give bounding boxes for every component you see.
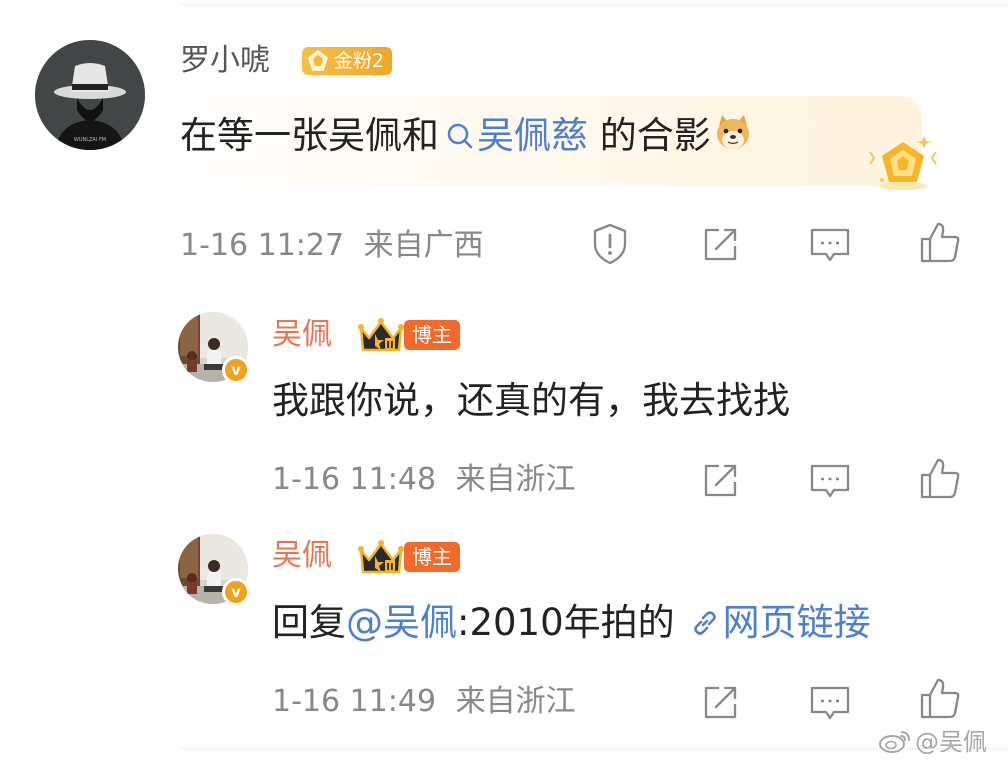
share-button[interactable] bbox=[698, 222, 742, 266]
verified-icon: v bbox=[222, 578, 250, 606]
web-link[interactable]: 网页链接 bbox=[689, 601, 871, 644]
like-icon bbox=[920, 678, 960, 719]
medal-icon bbox=[854, 130, 944, 200]
comment-button[interactable] bbox=[808, 222, 852, 266]
like-icon bbox=[920, 458, 960, 499]
top-divider bbox=[178, 4, 1008, 5]
like-icon bbox=[920, 222, 960, 263]
verified-icon: v bbox=[222, 356, 250, 384]
crown-icon: II bbox=[358, 318, 404, 352]
comment-text-before: 在等一张吴佩和 bbox=[180, 114, 439, 157]
svg-text:II: II bbox=[386, 340, 393, 351]
share-button[interactable] bbox=[698, 680, 742, 724]
comment-button[interactable] bbox=[808, 458, 852, 502]
report-icon bbox=[593, 223, 627, 265]
reply-meta: 1-16 11:48 来自浙江 bbox=[272, 462, 576, 498]
like-button[interactable] bbox=[918, 220, 962, 264]
comment-time: 1-16 11:27 bbox=[180, 228, 345, 263]
like-button[interactable] bbox=[918, 456, 962, 500]
like-button[interactable] bbox=[918, 676, 962, 720]
reply-time: 1-16 11:49 bbox=[272, 684, 437, 719]
fan-badge[interactable]: 金粉2 bbox=[302, 47, 393, 75]
reply-body: :2010年拍的 bbox=[457, 601, 675, 644]
reply-prefix: 回复 bbox=[272, 601, 346, 644]
report-button[interactable] bbox=[588, 222, 632, 266]
blogger-badge: 博主 bbox=[404, 320, 460, 350]
svg-text:II: II bbox=[386, 562, 393, 573]
web-link-label: 网页链接 bbox=[722, 601, 871, 644]
reply-text: 回复@吴佩:2010年拍的 网页链接 bbox=[272, 600, 871, 646]
blogger-badge: 博主 bbox=[404, 542, 460, 572]
search-icon bbox=[447, 123, 473, 149]
svg-text:WUNLZAI FM: WUNLZAI FM bbox=[74, 137, 106, 143]
comment-location: 来自广西 bbox=[363, 228, 484, 263]
user-name[interactable]: 吴佩 bbox=[272, 538, 332, 574]
comment-icon bbox=[810, 464, 850, 498]
comment-text: 在等一张吴佩和 吴佩慈 的合影 bbox=[180, 112, 753, 159]
mention-link[interactable]: @吴佩 bbox=[346, 601, 457, 644]
share-button[interactable] bbox=[698, 458, 742, 502]
reply-time: 1-16 11:48 bbox=[272, 462, 437, 497]
comment-button[interactable] bbox=[808, 680, 852, 724]
weibo-logo-icon bbox=[879, 731, 910, 753]
reply-location: 来自浙江 bbox=[455, 684, 576, 719]
comment-meta: 1-16 11:27 来自广西 bbox=[180, 228, 484, 264]
gem-icon bbox=[308, 50, 328, 71]
crown-icon: II bbox=[358, 540, 404, 574]
comment-icon bbox=[810, 228, 850, 262]
reply-meta: 1-16 11:49 来自浙江 bbox=[272, 684, 576, 720]
watermark: @吴佩 bbox=[878, 722, 987, 757]
share-icon bbox=[704, 228, 737, 261]
user-name[interactable]: 吴佩 bbox=[272, 317, 332, 353]
reply-text: 我跟你说，还真的有，我去找找 bbox=[272, 379, 790, 422]
share-icon bbox=[704, 464, 737, 497]
user-name[interactable]: 罗小唬 bbox=[180, 43, 270, 79]
comment-text-after: 的合影 bbox=[588, 114, 711, 157]
reply-location: 来自浙江 bbox=[455, 462, 576, 497]
search-link[interactable]: 吴佩慈 bbox=[439, 114, 588, 157]
share-icon bbox=[704, 686, 737, 719]
watermark-text: @吴佩 bbox=[915, 728, 987, 756]
search-link-label: 吴佩慈 bbox=[477, 114, 588, 157]
fan-badge-label: 金粉2 bbox=[334, 50, 385, 72]
comment-icon bbox=[810, 686, 850, 720]
link-icon bbox=[693, 611, 716, 635]
avatar[interactable]: WUNLZAI FM bbox=[35, 40, 145, 150]
doge-emoji-icon bbox=[716, 115, 749, 149]
